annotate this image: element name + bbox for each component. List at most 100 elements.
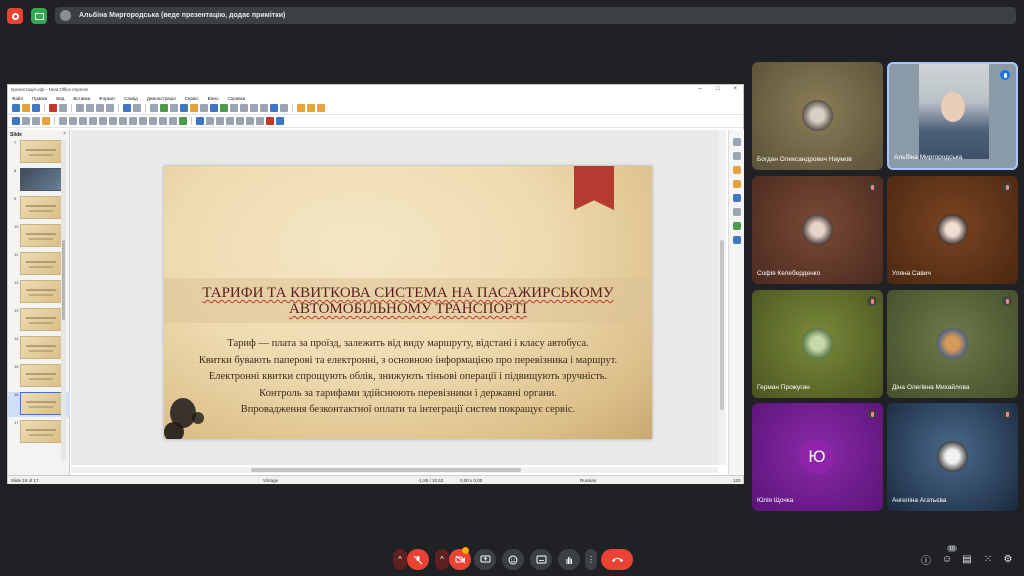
participant-tile[interactable]: Герман Прожуган <box>752 290 883 398</box>
3d-objects-icon[interactable] <box>179 117 187 125</box>
redo-icon[interactable] <box>133 104 141 112</box>
participant-tile[interactable]: Ангеліна Агатьєва <box>887 403 1018 511</box>
sidebar-icon[interactable] <box>307 104 315 112</box>
menu-window[interactable]: Вікно <box>208 96 219 101</box>
grid-icon[interactable] <box>170 104 178 112</box>
menu-slideshow[interactable]: Демонстрація <box>147 96 176 101</box>
clone-icon[interactable] <box>106 104 114 112</box>
paste-icon[interactable] <box>96 104 104 112</box>
navigator-icon[interactable] <box>733 236 741 244</box>
print-icon[interactable] <box>59 104 67 112</box>
leave-call-button[interactable] <box>601 549 633 570</box>
vertical-scrollbar[interactable] <box>718 130 726 465</box>
gluepoints-icon[interactable] <box>276 117 284 125</box>
menu-tools[interactable]: Сервіс <box>185 96 199 101</box>
record-icon[interactable] <box>7 8 23 24</box>
rotate-icon[interactable] <box>196 117 204 125</box>
block-arrows-icon[interactable] <box>139 117 147 125</box>
gallery-icon[interactable] <box>733 222 741 230</box>
image-icon[interactable] <box>220 104 228 112</box>
present-screen-button[interactable] <box>474 549 496 570</box>
basic-shapes-icon[interactable] <box>119 117 127 125</box>
mic-options-button[interactable]: ^ <box>393 549 407 570</box>
people-icon[interactable]: ☺ <box>941 553 953 565</box>
menu-slide[interactable]: Слайд <box>124 96 138 101</box>
symbol-shapes-icon[interactable] <box>129 117 137 125</box>
participant-tile-active[interactable]: Альбіна Миргородська <box>887 62 1018 170</box>
crop-icon[interactable] <box>246 117 254 125</box>
find-icon[interactable] <box>150 104 158 112</box>
camera-toggle-button[interactable] <box>449 547 471 570</box>
display-views-icon[interactable] <box>190 104 198 112</box>
special-char-icon[interactable] <box>250 104 258 112</box>
fill-icon[interactable] <box>42 117 50 125</box>
align-icon[interactable] <box>206 117 214 125</box>
sidebar-close-icon[interactable] <box>733 138 741 146</box>
zoom-icon[interactable] <box>22 117 30 125</box>
panel-scrollbar[interactable] <box>61 140 66 460</box>
zoom-level[interactable]: 120 % <box>733 478 743 488</box>
raise-hand-button[interactable] <box>558 549 580 570</box>
menu-edit[interactable]: Правка <box>32 96 47 101</box>
close-icon[interactable]: × <box>733 86 737 92</box>
properties-icon[interactable] <box>733 152 741 160</box>
line-icon[interactable] <box>280 104 288 112</box>
reactions-button[interactable] <box>502 549 524 570</box>
shadow-icon[interactable] <box>236 117 244 125</box>
textbox-icon[interactable] <box>240 104 248 112</box>
export-pdf-icon[interactable] <box>49 104 57 112</box>
mic-toggle-button[interactable] <box>407 549 429 570</box>
comment-icon[interactable] <box>317 104 325 112</box>
view-icon[interactable] <box>180 104 188 112</box>
slide-transition-icon[interactable] <box>733 166 741 174</box>
filter-icon[interactable] <box>256 117 264 125</box>
new-icon[interactable] <box>12 104 20 112</box>
panel-close-icon[interactable]: × <box>63 131 66 137</box>
participant-tile[interactable]: Уляна Савич <box>887 176 1018 284</box>
slide-canvas[interactable]: ТАРИФИ ТА КВИТКОВА СИСТЕМА НА ПАСАЖИРСЬК… <box>164 166 652 439</box>
hyperlink-icon[interactable] <box>270 104 278 112</box>
open-icon[interactable] <box>22 104 30 112</box>
select-icon[interactable] <box>12 117 20 125</box>
undo-icon[interactable] <box>123 104 131 112</box>
arrow-icon[interactable] <box>89 117 97 125</box>
participant-tile[interactable]: Ю Юлія Щочка <box>752 403 883 511</box>
master-slide-icon[interactable] <box>200 104 208 112</box>
save-icon[interactable] <box>32 104 40 112</box>
menu-insert[interactable]: Вставка <box>73 96 90 101</box>
text-icon[interactable] <box>32 117 40 125</box>
copy-icon[interactable] <box>86 104 94 112</box>
slide-title[interactable]: ТАРИФИ ТА КВИТКОВА СИСТЕМА НА ПАСАЖИРСЬК… <box>184 285 632 317</box>
participant-tile[interactable]: Софія Келеберденко <box>752 176 883 284</box>
host-controls-icon[interactable]: ⚙ <box>1002 553 1014 565</box>
slide-body[interactable]: Тариф — плата за проїзд, залежить від ви… <box>194 337 622 420</box>
more-options-button[interactable]: ⋮ <box>585 549 597 570</box>
menu-view[interactable]: Вид <box>56 96 64 101</box>
fontwork-icon[interactable] <box>260 104 268 112</box>
menu-file[interactable]: Файл <box>12 96 23 101</box>
stars-icon[interactable] <box>169 117 177 125</box>
master-slides-icon[interactable] <box>733 194 741 202</box>
horizontal-scrollbar[interactable] <box>71 467 718 473</box>
connector-icon[interactable] <box>109 117 117 125</box>
chat-icon[interactable]: ▤ <box>961 553 973 565</box>
menu-format[interactable]: Формат <box>99 96 115 101</box>
menu-help[interactable]: Справка <box>228 96 246 101</box>
transform-icon[interactable] <box>266 117 274 125</box>
callout-icon[interactable] <box>159 117 167 125</box>
animation-icon[interactable] <box>733 180 741 188</box>
ellipse-icon[interactable] <box>79 117 87 125</box>
spelling-icon[interactable] <box>160 104 168 112</box>
cut-icon[interactable] <box>76 104 84 112</box>
slideshow-icon[interactable] <box>297 104 305 112</box>
chart-icon[interactable] <box>230 104 238 112</box>
language[interactable]: Russian <box>580 478 596 483</box>
curve-icon[interactable] <box>99 117 107 125</box>
distribute-icon[interactable] <box>226 117 234 125</box>
draw-line-icon[interactable] <box>59 117 67 125</box>
captions-icon[interactable] <box>31 8 47 24</box>
minimize-icon[interactable]: – <box>699 86 702 92</box>
camera-options-button[interactable]: ^ <box>435 549 449 570</box>
maximize-icon[interactable]: □ <box>716 86 720 92</box>
info-icon[interactable]: ⓘ <box>920 553 932 567</box>
